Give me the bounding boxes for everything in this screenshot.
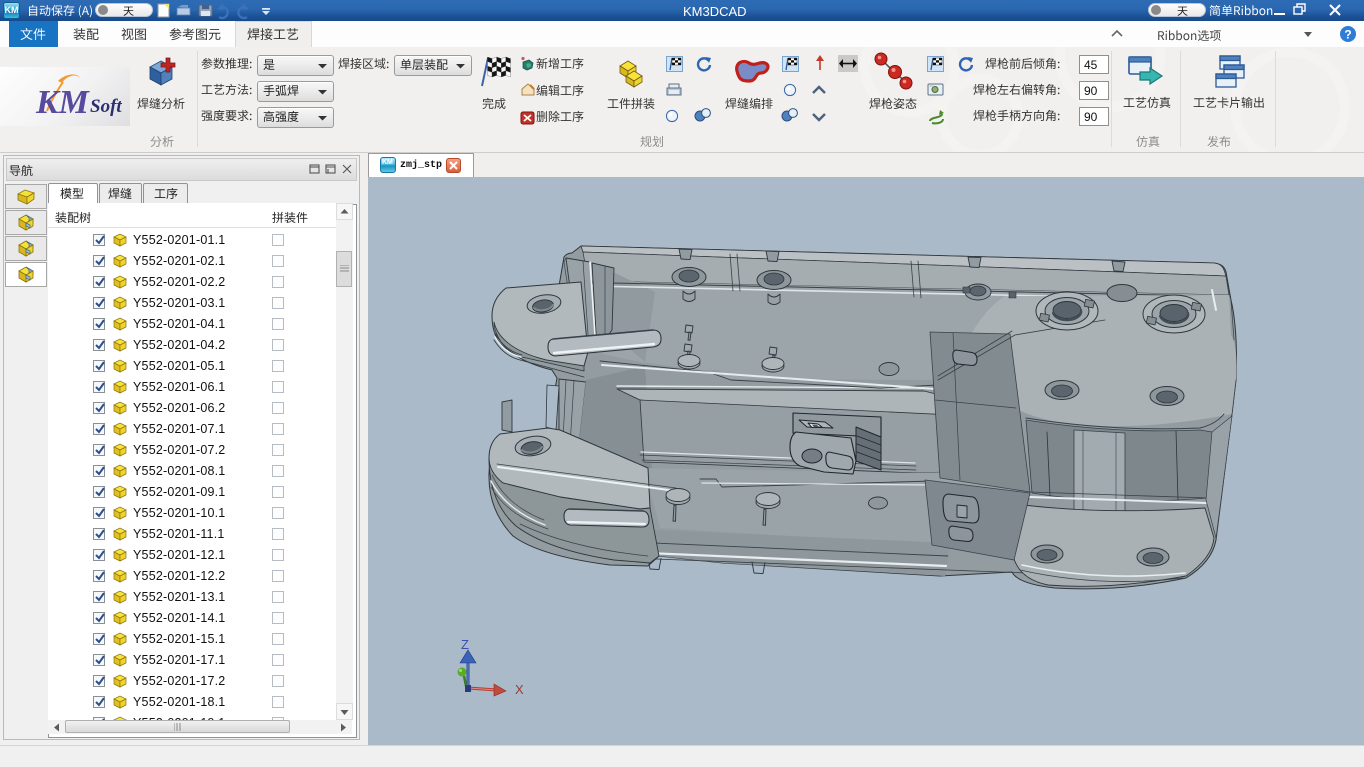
svg-text:Z: Z	[461, 637, 469, 652]
svg-text:X: X	[515, 682, 524, 697]
